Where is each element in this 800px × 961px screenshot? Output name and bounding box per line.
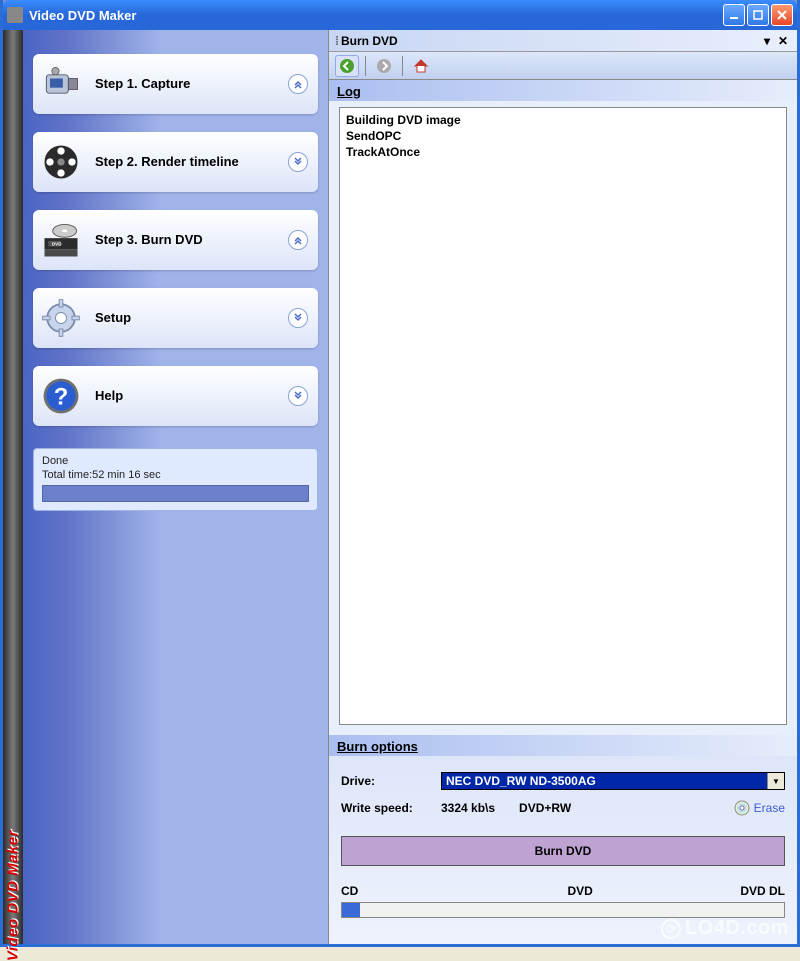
chevron-down-icon[interactable] (288, 386, 308, 406)
panel-close-button[interactable]: ✕ (775, 34, 791, 48)
step-render[interactable]: Step 2. Render timeline (33, 132, 318, 192)
progress-bar (42, 485, 309, 502)
disc-icon (734, 800, 750, 816)
content-area: Video DVD Maker Step 1. Capture (3, 30, 797, 944)
svg-text:?: ? (54, 383, 69, 410)
drive-dropdown[interactable]: NEC DVD_RW ND-3500AG (441, 772, 785, 790)
scale-cd-label: CD (341, 884, 358, 898)
app-window: Video DVD Maker Video DVD Maker (0, 0, 800, 947)
sidebar: Step 1. Capture Step 2. Render (23, 30, 328, 944)
minimize-button[interactable] (723, 4, 745, 26)
panel-dropdown-button[interactable]: ▾ (759, 34, 775, 48)
step-setup[interactable]: Setup (33, 288, 318, 348)
grip-icon: ⁞ (335, 34, 337, 48)
film-reel-icon (37, 138, 85, 186)
dvd-drive-icon: DVD (37, 216, 85, 264)
status-box: Done Total time:52 min 16 sec (33, 448, 318, 511)
separator (402, 56, 403, 76)
forward-button[interactable] (372, 55, 396, 77)
app-icon (7, 7, 23, 23)
chevron-up-icon[interactable] (288, 230, 308, 250)
media-type: DVD+RW (519, 801, 571, 815)
step-label: Step 2. Render timeline (95, 154, 288, 170)
burn-options-heading: Burn options (329, 735, 797, 756)
capacity-fill (342, 903, 360, 917)
back-button[interactable] (335, 55, 359, 77)
branding-text: Video DVD Maker (5, 830, 22, 961)
drive-label: Drive: (341, 774, 441, 788)
close-button[interactable] (771, 4, 793, 26)
write-speed-value: 3324 kb\s (441, 801, 495, 815)
scale-dvd-label: DVD (567, 884, 592, 898)
help-icon: ? (37, 372, 85, 420)
erase-link[interactable]: Erase (734, 800, 785, 816)
camcorder-icon (37, 60, 85, 108)
separator (365, 56, 366, 76)
panel-header: ⁞ Burn DVD ▾ ✕ (329, 30, 797, 52)
burn-options-panel: Drive: NEC DVD_RW ND-3500AG Write speed:… (329, 756, 797, 944)
step-label: Step 1. Capture (95, 76, 288, 92)
svg-text:DVD: DVD (52, 242, 62, 247)
home-button[interactable] (409, 55, 433, 77)
step-capture[interactable]: Step 1. Capture (33, 54, 318, 114)
step-label: Step 3. Burn DVD (95, 232, 288, 248)
panel-title: Burn DVD (341, 34, 398, 48)
step-help[interactable]: ? Help (33, 366, 318, 426)
toolbar (329, 52, 797, 80)
write-speed-label: Write speed: (341, 801, 441, 815)
scale-dvddl-label: DVD DL (740, 884, 785, 898)
status-text: Done (42, 455, 309, 467)
watermark: ⟳ LO4D.com (661, 917, 789, 940)
maximize-button[interactable] (747, 4, 769, 26)
drive-row: Drive: NEC DVD_RW ND-3500AG (341, 772, 785, 790)
watermark-icon: ⟳ (661, 919, 681, 939)
status-time: Total time:52 min 16 sec (42, 469, 309, 481)
chevron-up-icon[interactable] (288, 74, 308, 94)
capacity-bar (341, 902, 785, 918)
window-title: Video DVD Maker (29, 8, 723, 23)
step-burn[interactable]: DVD Step 3. Burn DVD (33, 210, 318, 270)
titlebar: Video DVD Maker (3, 0, 797, 30)
write-speed-row: Write speed: 3324 kb\s DVD+RW Erase (341, 800, 785, 816)
log-heading: Log (329, 80, 797, 101)
main-panel: ⁞ Burn DVD ▾ ✕ Log Buildin (328, 30, 797, 944)
vertical-branding-strip: Video DVD Maker (3, 30, 23, 944)
chevron-down-icon[interactable] (288, 308, 308, 328)
step-label: Help (95, 388, 288, 404)
window-controls (723, 4, 793, 26)
chevron-down-icon[interactable] (288, 152, 308, 172)
gear-icon (37, 294, 85, 342)
log-textarea[interactable]: Building DVD image SendOPC TrackAtOnce (339, 107, 787, 725)
burn-dvd-button[interactable]: Burn DVD (341, 836, 785, 866)
step-label: Setup (95, 310, 288, 326)
